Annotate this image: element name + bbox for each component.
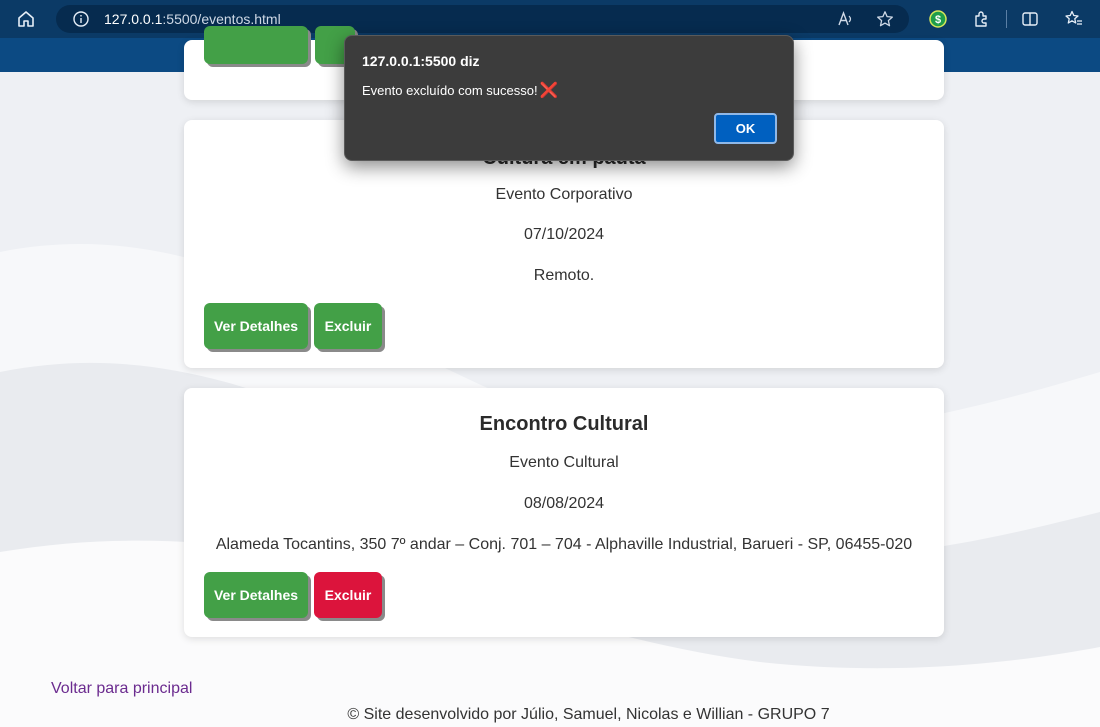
delete-button[interactable]: Excluir xyxy=(314,303,382,349)
details-button[interactable]: Ver Detalhes xyxy=(204,303,308,349)
toolbar-divider xyxy=(1006,10,1007,28)
back-to-home-link[interactable]: Voltar para principal xyxy=(51,680,192,698)
dollar-extension-icon[interactable]: $ xyxy=(928,9,948,29)
info-icon[interactable] xyxy=(73,11,89,27)
puzzle-icon[interactable] xyxy=(972,9,992,29)
split-screen-icon[interactable] xyxy=(1020,9,1040,29)
cross-mark-icon: ❌ xyxy=(539,82,559,99)
event-type: Evento Cultural xyxy=(509,454,619,471)
browser-toolbar: 127.0.0.1:5500/eventos.html $ xyxy=(0,0,1100,38)
delete-button[interactable]: Excluir xyxy=(314,572,382,618)
ok-button[interactable]: OK xyxy=(714,113,777,144)
svg-text:$: $ xyxy=(935,14,941,26)
event-type: Evento Corporativo xyxy=(495,186,633,203)
details-button-partial[interactable] xyxy=(204,26,308,64)
alert-dialog: 127.0.0.1:5500 diz Evento excluído com s… xyxy=(344,35,794,161)
event-location: Alameda Tocantins, 350 7º andar – Conj. … xyxy=(215,536,913,553)
url-host: 127.0.0.1 xyxy=(104,11,163,27)
event-location: Remoto. xyxy=(533,267,595,284)
event-date: 08/08/2024 xyxy=(523,495,605,512)
home-icon[interactable] xyxy=(16,9,36,29)
footer-credits: © Site desenvolvido por Júlio, Samuel, N… xyxy=(347,706,830,723)
event-title: Encontro Cultural xyxy=(479,413,649,435)
url-text: 127.0.0.1:5500/eventos.html xyxy=(104,11,281,27)
read-aloud-icon[interactable] xyxy=(837,10,855,28)
star-icon[interactable] xyxy=(876,10,894,28)
address-bar[interactable]: 127.0.0.1:5500/eventos.html xyxy=(56,5,909,33)
details-button[interactable]: Ver Detalhes xyxy=(204,572,308,618)
url-path: :5500/eventos.html xyxy=(162,11,281,27)
event-date: 07/10/2024 xyxy=(523,226,605,243)
event-card: Encontro Cultural Evento Cultural 08/08/… xyxy=(184,388,944,637)
alert-message-text: Evento excluído com sucesso! xyxy=(362,83,538,98)
alert-message: Evento excluído com sucesso! ❌ xyxy=(362,81,558,99)
favorites-icon[interactable] xyxy=(1064,9,1084,29)
alert-title: 127.0.0.1:5500 diz xyxy=(362,53,480,69)
